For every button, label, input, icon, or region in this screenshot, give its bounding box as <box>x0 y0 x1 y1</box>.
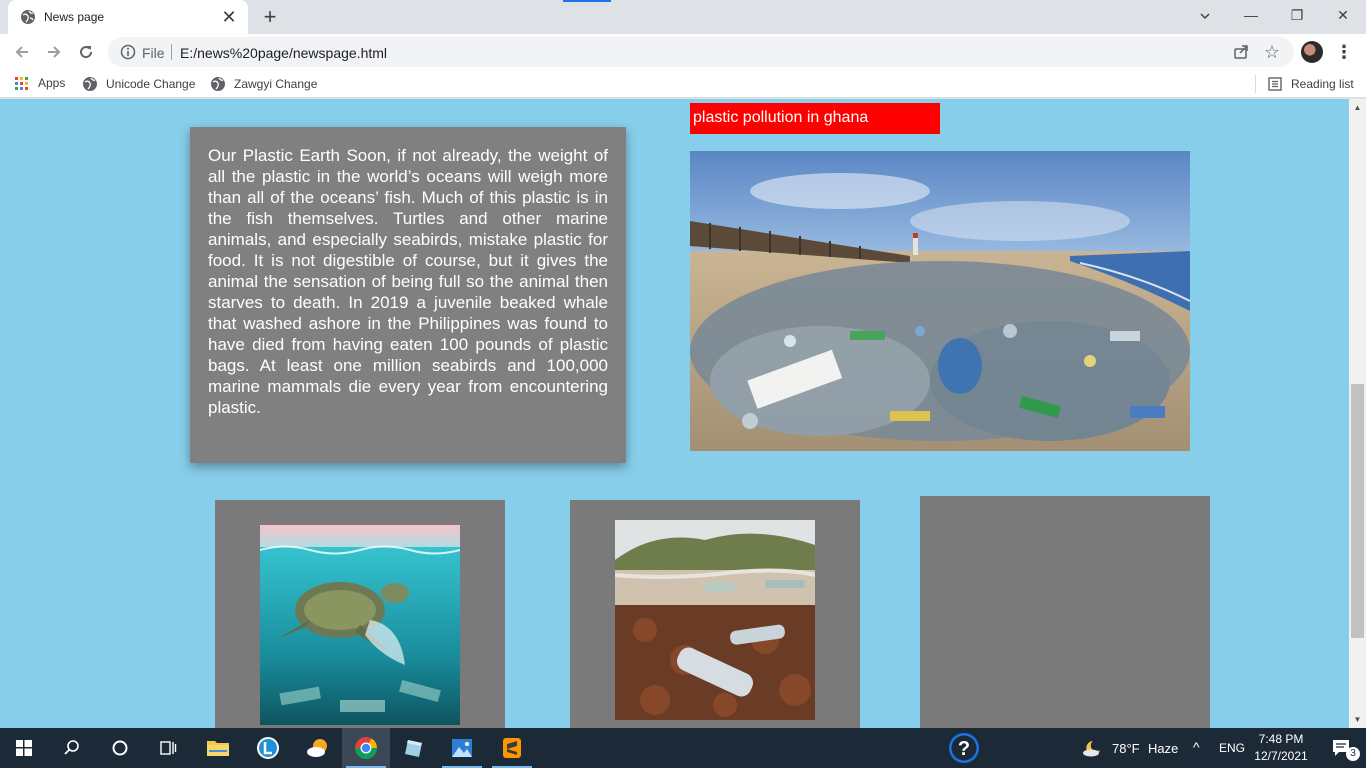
reload-icon <box>80 46 93 59</box>
beach-plastic-pollution-image <box>690 151 1190 451</box>
input-language-indicator[interactable]: ENG <box>1219 741 1245 755</box>
notes-icon <box>405 740 422 757</box>
l-app-button[interactable] <box>244 728 292 768</box>
reading-list-icon <box>1268 77 1282 91</box>
show-hidden-icons-chevron-icon[interactable]: ^ <box>1193 739 1200 755</box>
tab-close-icon[interactable]: ✕ <box>218 6 240 28</box>
bookmark-apps-label: Apps <box>38 76 66 90</box>
clock-date: 12/7/2021 <box>1254 749 1308 763</box>
sublime-text-button[interactable] <box>488 728 536 768</box>
search-button[interactable] <box>48 728 96 768</box>
windows-taskbar: ? 78°F Haze ^ ENG 7:48 PM 12/7/2021 3 <box>0 728 1366 768</box>
bookmarks-bar: Apps Unicode Change Zawgyi Change Readin… <box>0 70 1366 98</box>
svg-text:?: ? <box>958 738 970 760</box>
tab-news-page[interactable]: News page ✕ <box>8 0 248 34</box>
photos-icon <box>452 739 472 757</box>
new-tab-button[interactable]: + <box>258 5 282 29</box>
task-view-button[interactable] <box>144 728 192 768</box>
bookmark-label: Zawgyi Change <box>234 77 318 91</box>
address-separator <box>171 44 172 60</box>
sun-cloud-icon <box>307 739 327 757</box>
scroll-up-arrow-icon[interactable]: ▲ <box>1349 99 1366 116</box>
bottles-on-seaweed-shore-image <box>615 520 815 720</box>
arrow-left-icon <box>15 46 28 58</box>
reading-list-label: Reading list <box>1291 77 1354 91</box>
clock-time: 7:48 PM <box>1258 732 1304 746</box>
reading-list-button[interactable]: Reading list <box>1267 76 1354 92</box>
bookmarks-separator <box>1255 75 1256 93</box>
weather-app-button[interactable] <box>294 728 342 768</box>
browser-toolbar: File E:/news%20page/newspage.html ☆ ⋮ <box>0 34 1366 70</box>
globe-icon <box>211 77 225 91</box>
tab-strip: News page ✕ + — ❐ ✕ <box>0 0 1366 34</box>
reload-button[interactable] <box>72 38 100 66</box>
page-viewport[interactable]: plastic pollution in ghana Our Plastic E… <box>0 99 1366 728</box>
window-controls: — ❐ ✕ <box>1228 0 1366 30</box>
empty-card <box>920 496 1210 728</box>
close-window-button[interactable]: ✕ <box>1320 0 1366 30</box>
tab-loading-indicator <box>563 0 611 2</box>
weather-condition[interactable]: Haze <box>1148 741 1178 756</box>
tab-title: News page <box>44 10 105 24</box>
image-card-bottles <box>570 500 860 728</box>
help-question-icon: ? <box>949 733 979 763</box>
image-card-turtle <box>215 500 505 728</box>
scheme-label: File <box>142 45 165 61</box>
url-text[interactable]: E:/news%20page/newspage.html <box>180 45 387 61</box>
apps-grid-icon <box>15 76 28 90</box>
weather-temperature[interactable]: 78°F <box>1112 741 1140 756</box>
arrow-right-icon <box>48 46 61 58</box>
chrome-taskbar-button[interactable] <box>342 728 390 768</box>
windows-logo-icon <box>16 740 32 756</box>
start-button[interactable] <box>0 728 48 768</box>
address-bar[interactable]: File E:/news%20page/newspage.html ☆ <box>108 37 1294 67</box>
headline-banner: plastic pollution in ghana <box>690 103 940 134</box>
share-icon[interactable] <box>1232 43 1250 61</box>
globe-icon <box>83 77 97 91</box>
photos-app-button[interactable] <box>438 728 486 768</box>
bookmark-label: Unicode Change <box>106 77 196 91</box>
notification-count-badge: 3 <box>1346 747 1360 761</box>
bookmark-apps[interactable]: Apps <box>15 76 65 90</box>
notes-app-button[interactable] <box>390 728 438 768</box>
turtle-plastic-bag-image <box>260 525 460 725</box>
help-button[interactable]: ? <box>940 728 988 768</box>
bookmark-zawgyi-change[interactable]: Zawgyi Change <box>210 76 317 92</box>
browser-menu-button[interactable]: ⋮ <box>1334 40 1354 64</box>
tab-search-chevron-icon[interactable] <box>1190 4 1220 28</box>
weather-moon-icon[interactable] <box>1070 728 1114 768</box>
article-text: Our Plastic Earth Soon, if not already, … <box>208 146 608 417</box>
l-app-icon <box>257 737 279 759</box>
globe-icon <box>21 10 35 24</box>
cortana-button[interactable] <box>96 728 144 768</box>
bookmark-star-icon[interactable]: ☆ <box>1262 42 1282 62</box>
info-icon[interactable] <box>120 44 136 60</box>
sublime-text-icon <box>503 738 521 758</box>
notifications-button[interactable]: 3 <box>1318 728 1366 768</box>
task-view-icon <box>160 741 177 755</box>
scroll-down-arrow-icon[interactable]: ▼ <box>1349 711 1366 728</box>
scroll-thumb[interactable] <box>1351 384 1364 638</box>
cortana-circle-icon <box>112 740 128 756</box>
forward-button[interactable] <box>40 38 68 66</box>
back-button[interactable] <box>8 38 36 66</box>
restore-button[interactable]: ❐ <box>1274 0 1320 30</box>
chrome-icon <box>355 737 377 759</box>
file-explorer-button[interactable] <box>194 728 242 768</box>
search-icon <box>64 740 79 755</box>
profile-avatar[interactable] <box>1301 41 1323 63</box>
bookmark-unicode-change[interactable]: Unicode Change <box>82 76 195 92</box>
article-box: Our Plastic Earth Soon, if not already, … <box>190 127 626 463</box>
page-scrollbar[interactable]: ▲ ▼ <box>1349 99 1366 728</box>
folder-icon <box>207 741 229 756</box>
system-clock[interactable]: 7:48 PM 12/7/2021 <box>1250 731 1312 765</box>
minimize-button[interactable]: — <box>1228 0 1274 30</box>
